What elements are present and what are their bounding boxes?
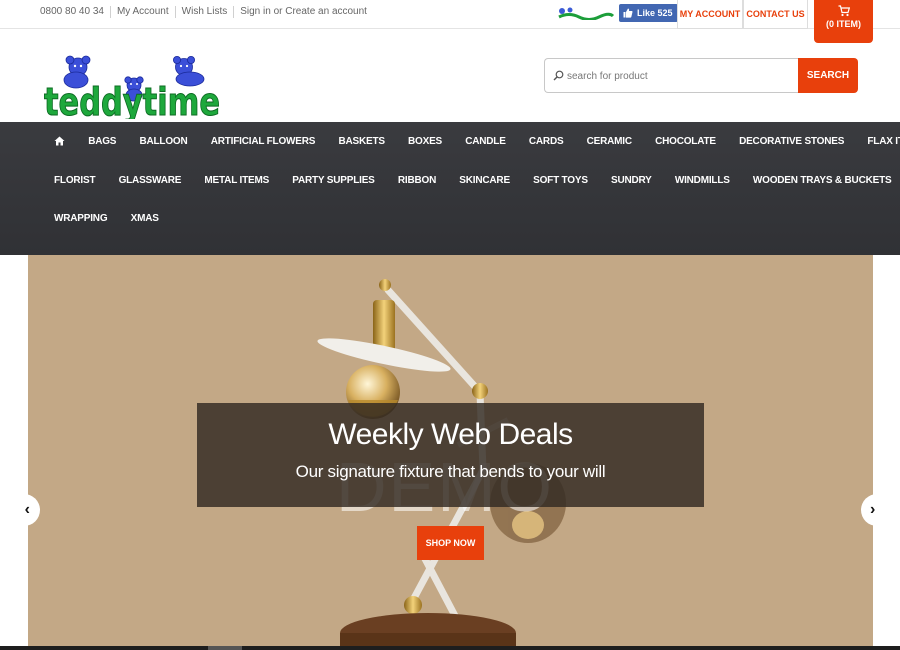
- shopping-cart-icon: [838, 5, 850, 17]
- nav-row-3: WRAPPING XMAS: [44, 208, 170, 228]
- top-utility-bar: 0800 80 40 34 My Account Wish Lists Sign…: [0, 0, 900, 29]
- cart-count: (0 ITEM): [826, 19, 861, 29]
- hero-slider: DEMO Weekly Web Deals Our signature fixt…: [28, 255, 873, 650]
- nav-item-ribbon[interactable]: RIBBON: [386, 175, 447, 186]
- cart-button[interactable]: (0 ITEM): [814, 0, 873, 43]
- nav-item-party-supplies[interactable]: PARTY SUPPLIES: [281, 175, 387, 186]
- my-account-button[interactable]: MY ACCOUNT: [677, 0, 743, 29]
- nav-item-cards[interactable]: CARDS: [517, 136, 575, 147]
- slider-next-button[interactable]: ›: [861, 494, 900, 526]
- phone-number: 0800 80 40 34: [40, 6, 104, 17]
- search-button[interactable]: SEARCH: [798, 58, 858, 93]
- chevron-left-icon: ‹: [24, 501, 30, 518]
- nav-row-2: FLORIST GLASSWARE METAL ITEMS PARTY SUPP…: [44, 170, 900, 190]
- thumbs-up-icon: [623, 8, 633, 18]
- wish-lists-link[interactable]: Wish Lists: [174, 6, 234, 18]
- nav-item-sundry[interactable]: SUNDRY: [599, 175, 663, 186]
- facebook-like-button[interactable]: Like 525: [619, 4, 678, 22]
- nav-item-wooden-trays-buckets[interactable]: WOODEN TRAYS & BUCKETS: [741, 175, 900, 186]
- nav-item-windmills[interactable]: WINDMILLS: [663, 175, 741, 186]
- nav-item-balloon[interactable]: BALLOON: [128, 136, 199, 147]
- nav-item-bags[interactable]: BAGS: [77, 136, 128, 147]
- slider-progress-strip: [0, 646, 900, 650]
- my-account-link[interactable]: My Account: [109, 6, 175, 18]
- nav-home[interactable]: [44, 136, 77, 146]
- top-links: 0800 80 40 34 My Account Wish Lists Sign…: [40, 6, 373, 18]
- contact-us-button[interactable]: CONTACT US: [743, 0, 808, 29]
- logo-text: teddytime: [44, 80, 220, 119]
- facebook-like-label: Like 525: [637, 8, 673, 18]
- nav-item-metal-items[interactable]: METAL ITEMS: [193, 175, 281, 186]
- sign-in-link[interactable]: Sign in or Create an account: [233, 6, 373, 18]
- hero-title: Weekly Web Deals: [328, 418, 573, 451]
- nav-item-decorative-stones[interactable]: DECORATIVE STONES: [727, 136, 855, 147]
- shop-now-button[interactable]: SHOP NOW: [417, 526, 484, 560]
- nav-item-skincare[interactable]: SKINCARE: [448, 175, 522, 186]
- nav-item-florist[interactable]: FLORIST: [44, 175, 107, 186]
- nav-item-artificial-flowers[interactable]: ARTIFICIAL FLOWERS: [199, 136, 327, 147]
- nav-item-flax-items[interactable]: FLAX ITEMS: [856, 136, 900, 147]
- hero-caption: Weekly Web Deals Our signature fixture t…: [197, 403, 704, 507]
- nav-item-xmas[interactable]: XMAS: [119, 213, 170, 224]
- nav-item-ceramic[interactable]: CERAMIC: [575, 136, 643, 147]
- chevron-right-icon: ›: [870, 501, 876, 518]
- hero-subtitle: Our signature fixture that bends to your…: [295, 462, 606, 481]
- nav-item-baskets[interactable]: BASKETS: [327, 136, 397, 147]
- nav-row-1: BAGS BALLOON ARTIFICIAL FLOWERS BASKETS …: [44, 131, 900, 151]
- nav-item-candle[interactable]: CANDLE: [454, 136, 518, 147]
- nav-item-boxes[interactable]: BOXES: [396, 136, 453, 147]
- nav-item-wrapping[interactable]: WRAPPING: [44, 213, 119, 224]
- search-bar: SEARCH: [544, 58, 858, 93]
- teddytime-logo[interactable]: teddytime: [42, 53, 224, 119]
- search-icon: [553, 70, 564, 81]
- search-input[interactable]: [567, 67, 787, 85]
- slider-progress-segment: [208, 646, 242, 650]
- mini-logo-icon[interactable]: [557, 7, 615, 20]
- search-box: [544, 58, 798, 93]
- nav-item-soft-toys[interactable]: SOFT TOYS: [522, 175, 600, 186]
- nav-item-chocolate[interactable]: CHOCOLATE: [643, 136, 727, 147]
- home-icon: [54, 136, 65, 146]
- nav-item-glassware[interactable]: GLASSWARE: [107, 175, 193, 186]
- slider-prev-button[interactable]: ‹: [0, 494, 40, 526]
